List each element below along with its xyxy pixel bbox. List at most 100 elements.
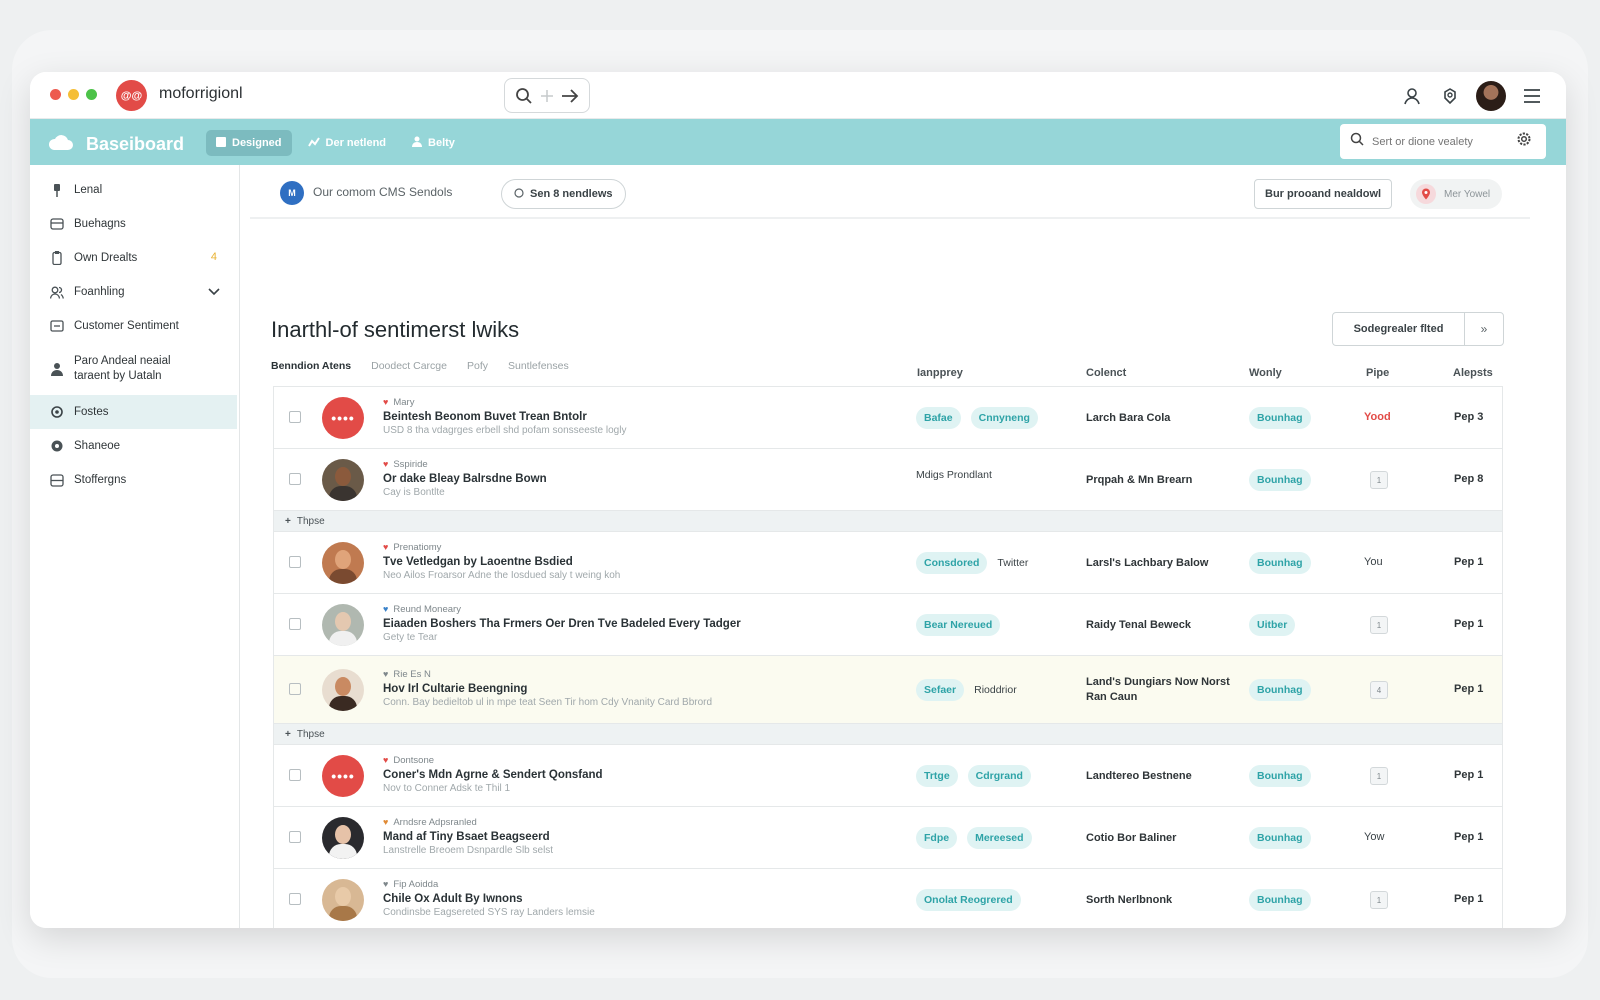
search-icon <box>1350 132 1364 151</box>
subtab-pofy[interactable]: Pofy <box>467 360 488 372</box>
table-row[interactable]: ♥ Fip Aoidda Chile Ox Adult By Iwnons Condi… <box>274 869 1502 928</box>
add-icon[interactable] <box>540 89 554 103</box>
group-header[interactable]: + Thpse <box>274 511 1502 532</box>
subtab-suntlefenses[interactable]: Suntlefenses <box>508 360 569 372</box>
row-checkbox[interactable] <box>289 618 301 630</box>
maximize-window-button[interactable] <box>86 89 97 100</box>
row-title[interactable]: Eiaaden Boshers Tha Frmers Oer Dren Tve … <box>383 618 883 630</box>
category-pill[interactable]: Bafae <box>916 407 961 429</box>
pipe-value[interactable]: 1 <box>1370 891 1388 909</box>
category-pill[interactable]: Consdored <box>916 552 988 574</box>
row-title[interactable]: Mand af Tiny Bsaet Beagseerd <box>383 831 883 843</box>
row-title[interactable]: Or dake Bleay Balrsdne Bown <box>383 473 883 485</box>
settings-icon[interactable] <box>1438 84 1462 108</box>
user-icon[interactable] <box>1400 84 1424 108</box>
row-title[interactable]: Chile Ox Adult By Iwnons <box>383 893 883 905</box>
filter-button[interactable]: Sodegrealer flted <box>1333 313 1465 345</box>
row-checkbox[interactable] <box>289 556 301 568</box>
subtab-benndion-atens[interactable]: Benndion Atens <box>271 360 351 372</box>
sidebar-item-own-drealts[interactable]: Own Drealts 4 <box>30 241 239 275</box>
pipe-value[interactable]: 1 <box>1370 616 1388 634</box>
column-header-alepsts[interactable]: Alepsts <box>1453 367 1493 379</box>
row-checkbox[interactable] <box>289 831 301 843</box>
column-header-pipe[interactable]: Pipe <box>1366 367 1389 379</box>
pipe-value[interactable]: 4 <box>1370 681 1388 699</box>
pipe-value[interactable]: 1 <box>1370 471 1388 489</box>
nav-search-input[interactable] <box>1372 135 1508 148</box>
category-pill[interactable]: Bear Nereued <box>916 614 1001 636</box>
row-tagline: ♥ Reund Moneary <box>383 602 883 616</box>
table-row[interactable]: ♥ Reund Moneary Eiaaden Boshers Tha Frmers… <box>274 594 1502 656</box>
row-title[interactable]: Beintesh Beonom Buvet Trean Bntolr <box>383 411 883 423</box>
proposed-button[interactable]: Bur prooand nealdowl <box>1254 179 1393 209</box>
sidebar-item-foanhling[interactable]: Foanhling <box>30 275 239 309</box>
row-checkbox[interactable] <box>289 769 301 781</box>
table-row[interactable]: •••• ♥ Dontsone Coner's Mdn Agrne & Sendert… <box>274 745 1502 807</box>
row-checkbox[interactable] <box>289 473 301 485</box>
table-row[interactable]: ♥ Prenatiomy Tve Vetledgan by Laoentne Bsd… <box>274 532 1502 594</box>
sidebar-item-stoffergns[interactable]: Stoffergns <box>30 463 239 497</box>
table-row[interactable]: •••• ♥ Mary Beintesh Beonom Buvet Trean Bnt… <box>274 387 1502 449</box>
table-row[interactable]: ♥ Sspiride Or dake Bleay Balrsdne Bown Cay … <box>274 449 1502 511</box>
avatar-body <box>329 486 357 501</box>
status-pill[interactable]: Bounhag <box>1249 407 1311 429</box>
expand-icon[interactable]: » <box>1465 313 1503 345</box>
send-newsletters-chip[interactable]: Sen 8 nendlews <box>501 179 626 209</box>
menu-icon[interactable] <box>1520 84 1544 108</box>
column-header-ianpprey[interactable]: Ianpprey <box>917 367 963 379</box>
forward-arrow-icon[interactable] <box>561 88 579 103</box>
row-title[interactable]: Hov Irl Cultarie Beengning <box>383 683 883 695</box>
brand[interactable]: Baseiboard <box>48 132 184 157</box>
status-pill[interactable]: Uitber <box>1249 614 1296 636</box>
row-title[interactable]: Coner's Mdn Agrne & Sendert Qonsfand <box>383 769 883 781</box>
status-pill[interactable]: Bounhag <box>1249 827 1311 849</box>
sidebar-item-shaneoe[interactable]: Shaneoe <box>30 429 239 463</box>
search-icon[interactable] <box>515 87 533 105</box>
user-avatar[interactable] <box>1476 81 1506 111</box>
group-header[interactable]: + Thpse <box>274 724 1502 745</box>
status-pill[interactable]: Bounhag <box>1249 889 1311 911</box>
minimize-window-button[interactable] <box>68 89 79 100</box>
status-pill[interactable]: Bounhag <box>1249 552 1311 574</box>
table-row[interactable]: ♥ Rie Es N Hov Irl Cultarie Beengning Conn.… <box>274 656 1502 724</box>
row-checkbox[interactable] <box>289 683 301 695</box>
workspace-avatar[interactable]: M <box>280 181 304 205</box>
chip-label: Sen 8 nendlews <box>530 188 613 200</box>
row-title[interactable]: Tve Vetledgan by Laoentne Bsdied <box>383 556 883 568</box>
tag-icon: ♥ <box>383 817 389 827</box>
row-checkbox[interactable] <box>289 411 301 423</box>
status-pill[interactable]: Bounhag <box>1249 765 1311 787</box>
sentiment-table: •••• ♥ Mary Beintesh Beonom Buvet Trean Bnt… <box>273 386 1503 928</box>
row-checkbox[interactable] <box>289 893 301 905</box>
sidebar-item-lenal[interactable]: Lenal <box>30 173 239 207</box>
category-pill[interactable]: Onolat Reogrered <box>916 889 1021 911</box>
sidebar-item-fostes[interactable]: Fostes <box>30 395 237 429</box>
plus-icon[interactable]: + <box>285 516 291 527</box>
nav-tab-belty[interactable]: Belty <box>402 130 465 156</box>
category-pill[interactable]: Fdpe <box>916 827 958 849</box>
sidebar: Lenal Buehagns Own Drealts 4 Foanhling C… <box>30 165 240 928</box>
sidebar-item-buehagns[interactable]: Buehagns <box>30 207 239 241</box>
plus-icon[interactable]: + <box>285 729 291 740</box>
category-pill[interactable]: Cdrgrand <box>967 765 1031 787</box>
nav-tab-designed[interactable]: Designed <box>206 130 292 156</box>
category-pill[interactable]: Sefaer <box>916 679 965 701</box>
pipe-value[interactable]: 1 <box>1370 767 1388 785</box>
category-pill[interactable]: Mereesed <box>967 827 1032 849</box>
category-pill[interactable]: Trtge <box>916 765 958 787</box>
user-chip[interactable]: Mer Yowel <box>1410 179 1503 209</box>
status-pill[interactable]: Bounhag <box>1249 469 1311 491</box>
table-row[interactable]: ♥ Arndsre Adpsranled Mand af Tiny Bsaet Be… <box>274 807 1502 869</box>
sidebar-item-paro-andeal[interactable]: Paro Andeal neaial taraent by Uataln <box>30 343 239 395</box>
column-header-colenct[interactable]: Colenct <box>1086 367 1126 379</box>
sidebar-item-customer-sentiment[interactable]: Customer Sentiment <box>30 309 239 343</box>
column-header-wonly[interactable]: Wonly <box>1249 367 1282 379</box>
close-window-button[interactable] <box>50 89 61 100</box>
status-pill[interactable]: Bounhag <box>1249 679 1311 701</box>
gear-icon[interactable] <box>1516 131 1532 152</box>
subtab-doodect-carcge[interactable]: Doodect Carcge <box>371 360 447 372</box>
category-pill[interactable]: Cnnyneng <box>970 407 1038 429</box>
nav-tab-der-netlend[interactable]: Der netlend <box>298 130 397 156</box>
page-value: Pep 1 <box>1454 831 1484 843</box>
chevron-down-icon[interactable] <box>207 284 221 301</box>
